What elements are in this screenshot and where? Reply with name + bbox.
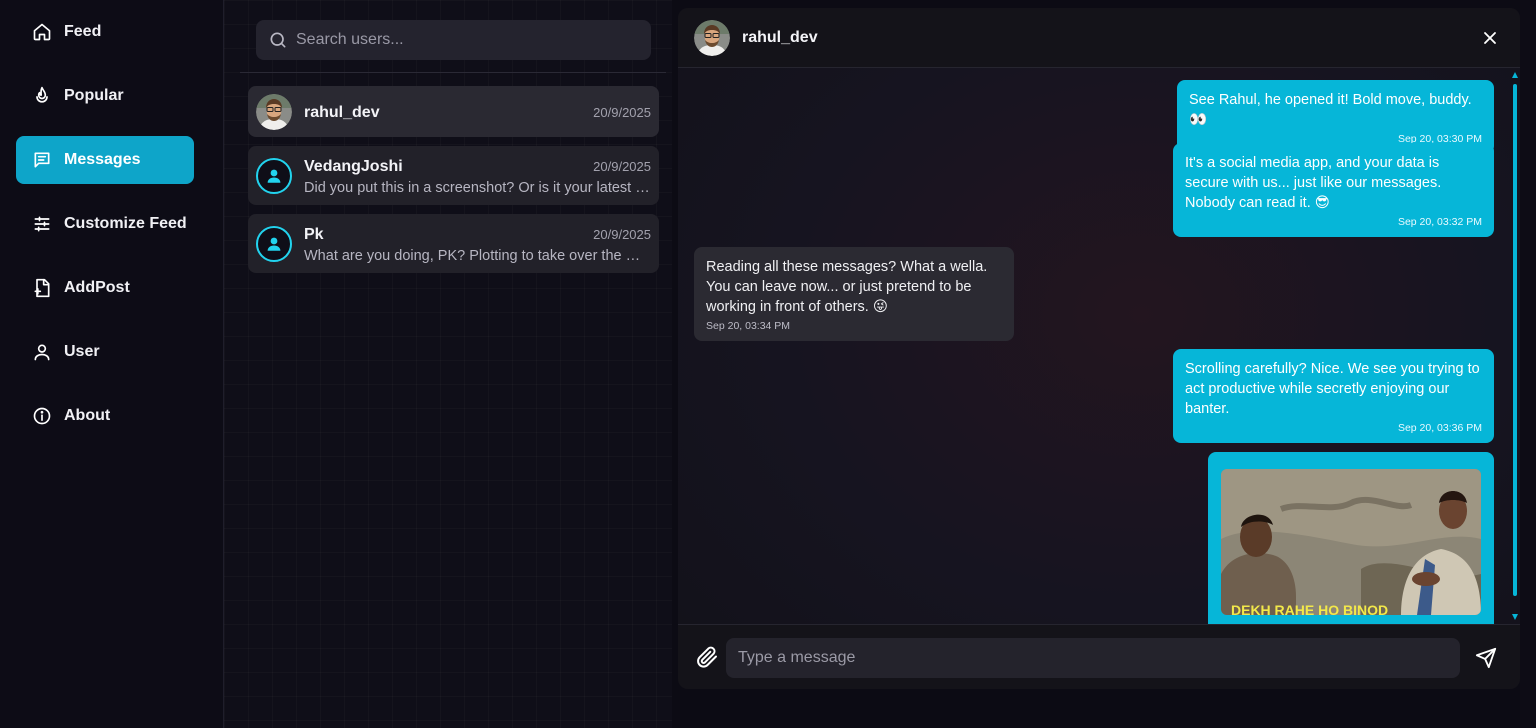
conversation-item-vedangjoshi[interactable]: VedangJoshi 20/9/2025 Did you put this i…: [248, 146, 659, 205]
paperclip-icon[interactable]: [695, 645, 719, 669]
user-icon: [267, 237, 281, 251]
conversation-date: 20/9/2025: [593, 227, 651, 242]
message-text: See Rahul, he opened it! Bold move, budd…: [1189, 92, 1472, 128]
conversation-item-rahul-dev[interactable]: rahul_dev 20/9/2025: [248, 86, 659, 137]
file-plus-icon: [34, 278, 50, 298]
chat-header: rahul_dev: [678, 8, 1520, 68]
avatar[interactable]: [694, 20, 730, 56]
sidebar: Feed Popular Messages Customize Feed Add…: [0, 0, 224, 728]
message-timestamp: Sep 20, 03:36 PM: [1397, 422, 1482, 434]
nav-item-addpost[interactable]: AddPost: [16, 264, 194, 312]
nav-item-label: About: [64, 407, 111, 424]
conversation-item-pk[interactable]: Pk 20/9/2025 What are you doing, PK? Plo…: [248, 214, 659, 273]
conversation-preview: Did you put this in a screenshot? Or is …: [304, 180, 650, 196]
flame-icon: [36, 86, 48, 103]
search-icon: [270, 32, 286, 48]
conversation-preview: What are you doing, PK? Plotting to take…: [304, 248, 650, 264]
conversation-panel: rahul_dev 20/9/2025 VedangJoshi 20/9/202…: [224, 0, 672, 728]
nav-item-label: User: [64, 343, 100, 360]
nav-item-user[interactable]: User: [16, 328, 194, 376]
message-timestamp: Sep 20, 03:32 PM: [1397, 216, 1482, 228]
info-icon: [33, 407, 51, 425]
sliders-icon: [34, 216, 50, 232]
nav-item-popular[interactable]: Popular: [16, 72, 194, 120]
home-icon: [33, 23, 51, 41]
user-icon: [34, 344, 50, 361]
nav-item-label: Messages: [64, 151, 141, 168]
default-user-avatar: [256, 226, 292, 262]
nav-item-messages[interactable]: Messages: [16, 136, 194, 184]
message-text: It's a social media app, and your data i…: [1185, 155, 1442, 211]
message-square-icon: [34, 152, 50, 168]
search-input[interactable]: [296, 31, 636, 49]
nav-item-label: AddPost: [64, 279, 130, 296]
nav-item-feed[interactable]: Feed: [16, 8, 194, 56]
send-icon[interactable]: [1475, 647, 1497, 669]
conversation-name: VedangJoshi: [304, 158, 403, 175]
message-bubble-outgoing: It's a social media app, and your data i…: [1173, 143, 1494, 237]
nav-item-label: Customize Feed: [64, 215, 187, 232]
conversation-date: 20/9/2025: [593, 105, 651, 120]
default-user-avatar: [256, 158, 292, 194]
chat-scrollbar[interactable]: [1512, 68, 1518, 624]
nav-item-customize-feed[interactable]: Customize Feed: [16, 200, 194, 248]
search-box[interactable]: [256, 20, 651, 60]
conversation-date: 20/9/2025: [593, 159, 651, 174]
message-bubble-incoming: Reading all these messages? What a wella…: [694, 247, 1014, 341]
image-caption: DEKH RAHE HO BINOD: [1231, 602, 1388, 615]
window-edge: [1520, 0, 1536, 728]
message-text: Scrolling carefully? Nice. We see you tr…: [1185, 361, 1480, 417]
conversation-name: rahul_dev: [304, 104, 380, 121]
chat-panel: rahul_dev See Rahul, he opened it! Bold …: [678, 8, 1520, 689]
conversation-name: Pk: [304, 226, 324, 243]
divider: [240, 72, 666, 73]
message-input[interactable]: [726, 638, 1460, 678]
nav-item-label: Popular: [64, 87, 124, 104]
chat-contact-name[interactable]: rahul_dev: [742, 29, 818, 47]
close-icon[interactable]: [1480, 28, 1500, 48]
avatar: [256, 94, 292, 130]
user-icon: [267, 169, 281, 183]
message-composer: [678, 624, 1520, 689]
message-bubble-outgoing: Scrolling carefully? Nice. We see you tr…: [1173, 349, 1494, 443]
message-timestamp: Sep 20, 03:34 PM: [706, 320, 791, 332]
message-image-bubble[interactable]: DEKH RAHE HO BINOD: [1208, 452, 1494, 632]
nav-item-about[interactable]: About: [16, 392, 194, 440]
message-image[interactable]: DEKH RAHE HO BINOD: [1221, 469, 1481, 615]
nav-item-label: Feed: [64, 23, 102, 40]
message-text: Reading all these messages? What a wella…: [706, 259, 988, 315]
